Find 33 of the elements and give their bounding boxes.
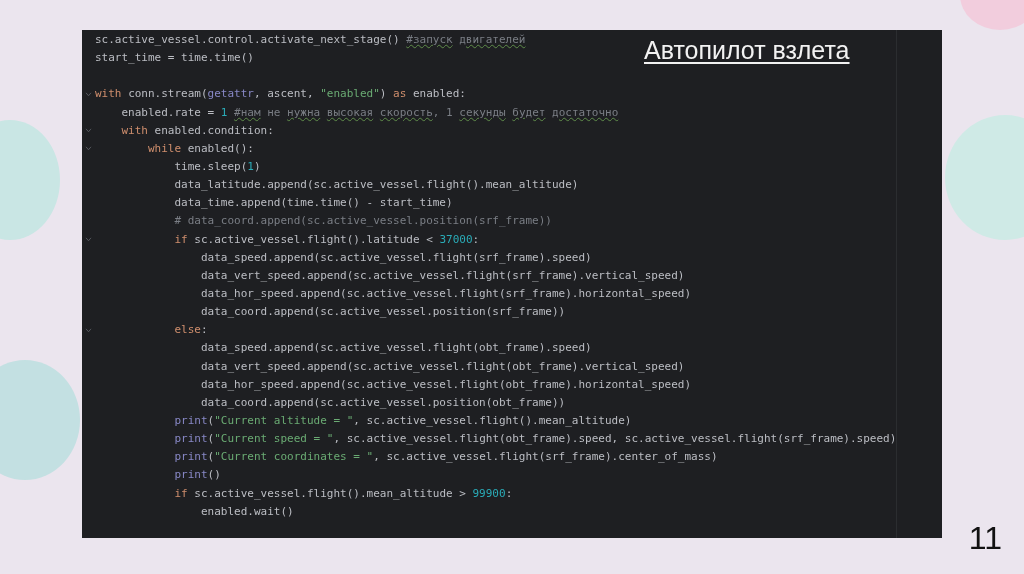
page-number: 11: [968, 520, 1002, 557]
fold-chevron-icon[interactable]: [85, 128, 92, 134]
code-line: print("Current coordinates = ", sc.active_vessel.flight(srf_frame).center_of_mass): [173, 449, 718, 466]
code-line: with enabled.condition:: [120, 122, 274, 139]
code-line: sc.active_vessel.control.activate_next_stage() #запуск двигателей: [95, 32, 526, 48]
code-line: time.sleep(1): [173, 159, 261, 175]
slide-title: Автопилот взлета: [644, 36, 850, 65]
fold-chevron-icon[interactable]: [85, 327, 92, 333]
fold-chevron-icon[interactable]: [85, 237, 92, 243]
code-line: data_coord.append(sc.active_vessel.position(srf_frame)): [199, 304, 566, 321]
code-line: data_coord.append(sc.active_vessel.position(obt_frame)): [199, 394, 566, 411]
code-line: else:: [173, 322, 208, 339]
code-line: if sc.active_vessel.flight().latitude < 37000:: [173, 231, 480, 248]
code-line: enabled.rate = 1 #нам не нужна высокая скорость, 1 секунды будет достаточно: [120, 104, 619, 121]
code-line: data_speed.append(sc.active_vessel.flight(obt_frame).speed): [199, 340, 592, 357]
fold-chevron-icon[interactable]: [85, 146, 92, 152]
code-line: data_time.append(time.time() - start_time): [173, 195, 453, 212]
code-line: data_speed.append(sc.active_vessel.flight(srf_frame).speed): [199, 249, 592, 266]
code-line: data_vert_speed.append(sc.active_vessel.flight(srf_frame).vertical_speed): [199, 267, 685, 284]
code-line: print(): [173, 467, 221, 484]
code-line: start_time = time.time(): [95, 50, 254, 67]
code-line: data_hor_speed.append(sc.active_vessel.flight(srf_frame).horizontal_speed): [199, 285, 692, 302]
code-line: print("Current altitude = ", sc.active_vessel.flight().mean_altitude): [173, 412, 632, 429]
code-line: data_latitude.append(sc.active_vessel.flight().mean_altitude): [173, 177, 579, 194]
code-line: with conn.stream(getattr, ascent, "enabled") as enabled:: [95, 86, 466, 103]
code-line: enabled.wait(): [199, 503, 294, 520]
code-line: print("Current speed = ", sc.active_vessel.flight(obt_frame).speed, sc.active_vessel.flight(srf_frame).speed): [173, 431, 897, 448]
code-line: while enabled():: [146, 140, 254, 157]
fold-chevron-icon[interactable]: [85, 92, 92, 97]
code-line: # data_coord.append(sc.active_vessel.position(srf_frame)): [173, 213, 552, 230]
code-line: data_vert_speed.append(sc.active_vessel.flight(obt_frame).vertical_speed): [199, 358, 685, 375]
code-line: if sc.active_vessel.flight().mean_altitude > 99900:: [173, 485, 513, 502]
code-line: data_hor_speed.append(sc.active_vessel.flight(obt_frame).horizontal_speed): [199, 376, 692, 393]
